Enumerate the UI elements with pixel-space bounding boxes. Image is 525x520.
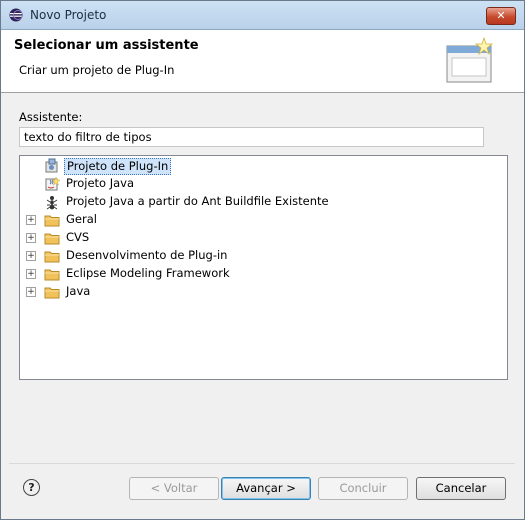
folder-icon — [44, 251, 60, 263]
finish-button[interactable]: Concluir — [318, 477, 408, 500]
footer-separator — [9, 463, 515, 464]
header-banner: Selecionar um assistente Criar um projet… — [1, 30, 524, 93]
wizard-tree[interactable]: Projeto de Plug-In Projeto Java Projeto … — [19, 155, 508, 380]
folder-icon — [44, 215, 60, 227]
expand-icon[interactable]: + — [26, 287, 36, 297]
filter-input[interactable] — [19, 127, 484, 147]
tree-item-java[interactable]: + Java — [24, 283, 484, 301]
title-bar[interactable]: Novo Projeto ✕ — [1, 1, 524, 30]
tree-item-cvs[interactable]: + CVS — [24, 229, 484, 247]
tree-item-emf[interactable]: + Eclipse Modeling Framework — [24, 265, 484, 283]
page-subtitle: Criar um projeto de Plug-In — [19, 63, 175, 77]
wizard-window: Novo Projeto ✕ Selecionar um assistente … — [0, 0, 525, 520]
tree-item-java-project[interactable]: Projeto Java — [24, 175, 484, 193]
tree-item-label: Projeto Java — [66, 176, 135, 190]
expand-icon[interactable]: + — [26, 233, 36, 243]
next-button[interactable]: Avançar > — [221, 477, 311, 500]
window-title: Novo Projeto — [30, 8, 107, 22]
tree-item-plugin-project[interactable]: Projeto de Plug-In — [24, 157, 484, 175]
plugin-project-icon — [45, 158, 58, 173]
close-button[interactable]: ✕ — [486, 7, 516, 25]
back-button[interactable]: < Voltar — [129, 477, 219, 500]
java-project-icon — [45, 176, 60, 191]
tree-item-label: Geral — [66, 212, 97, 226]
expand-icon[interactable]: + — [26, 269, 36, 279]
tree-item-label: Projeto Java a partir do Ant Buildfile E… — [66, 194, 329, 208]
tree-item-label: Desenvolvimento de Plug-in — [66, 248, 228, 262]
tree-item-label: Projeto de Plug-In — [64, 158, 172, 175]
expand-icon[interactable]: + — [26, 215, 36, 225]
new-wizard-graphic-icon — [446, 36, 494, 83]
help-icon[interactable]: ? — [23, 479, 40, 496]
folder-icon — [44, 287, 60, 299]
wizard-label: Assistente: — [19, 110, 83, 124]
eclipse-icon — [9, 8, 23, 22]
page-title: Selecionar um assistente — [14, 38, 199, 53]
folder-icon — [44, 269, 60, 281]
tree-item-ant-project[interactable]: Projeto Java a partir do Ant Buildfile E… — [24, 193, 484, 211]
tree-item-plugin-development[interactable]: + Desenvolvimento de Plug-in — [24, 247, 484, 265]
folder-icon — [44, 233, 60, 245]
expand-icon[interactable]: + — [26, 251, 36, 261]
ant-icon — [46, 196, 58, 210]
tree-item-geral[interactable]: + Geral — [24, 211, 484, 229]
cancel-button[interactable]: Cancelar — [416, 477, 506, 500]
tree-item-label: Eclipse Modeling Framework — [66, 266, 230, 280]
tree-item-label: Java — [66, 284, 91, 298]
tree-item-label: CVS — [66, 230, 90, 244]
